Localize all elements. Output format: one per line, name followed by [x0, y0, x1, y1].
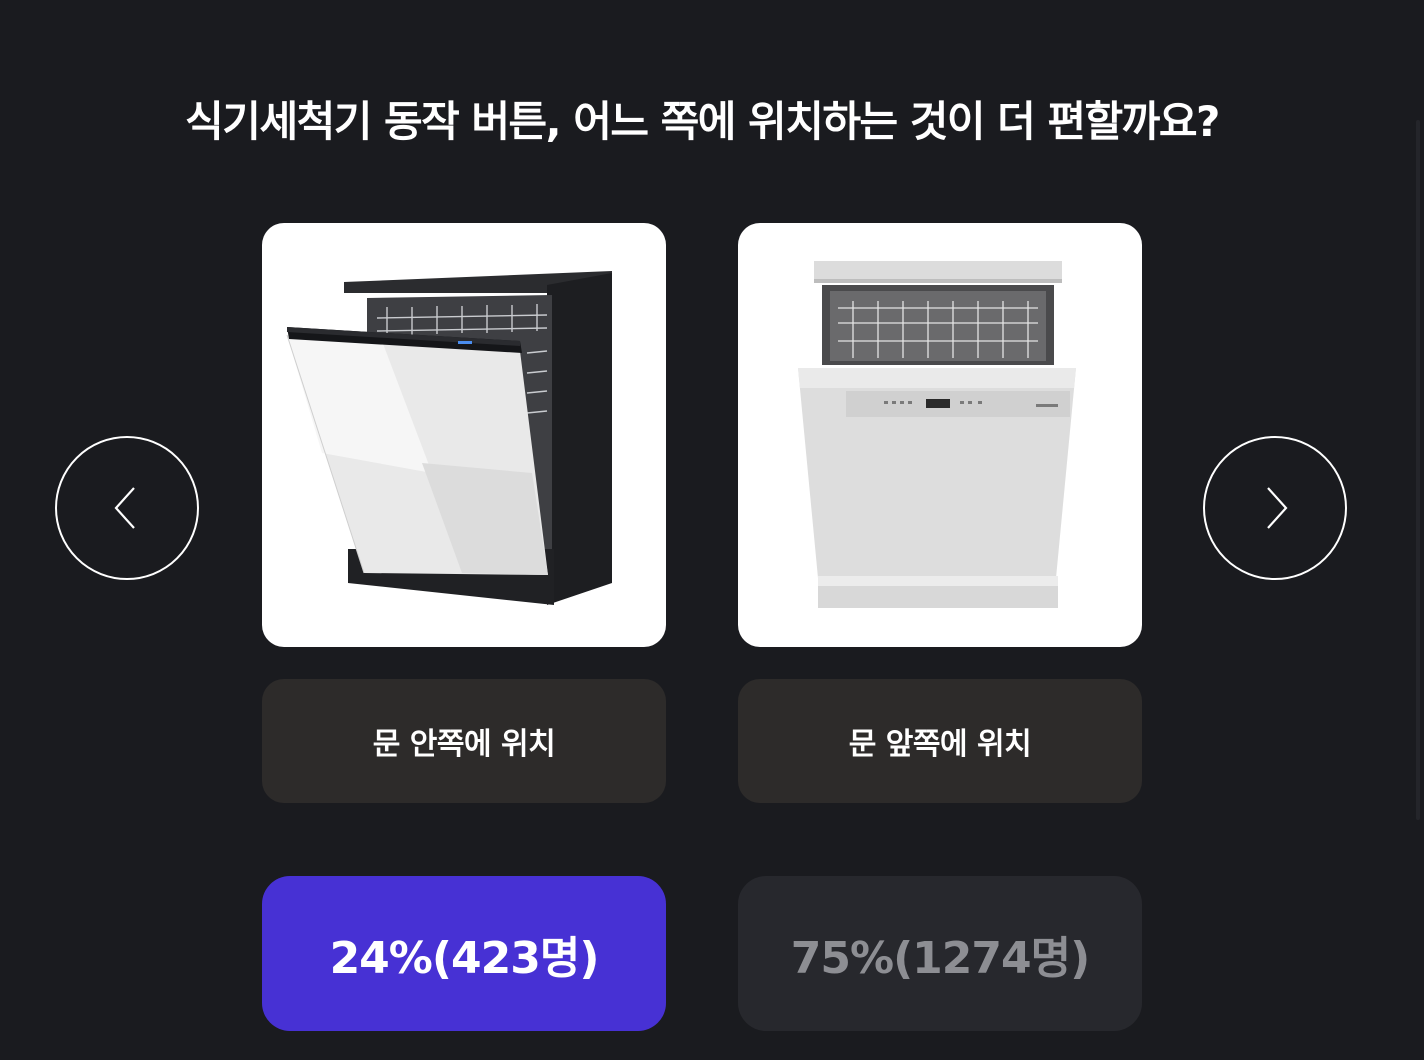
dishwasher-silver-image [798, 261, 1076, 608]
scroll-edge [1416, 120, 1420, 820]
dishwasher-black-image [286, 271, 612, 605]
result-bar-inside: 24%(423명) [262, 876, 666, 1031]
result-bar-front: 75%(1274명) [738, 876, 1142, 1031]
next-button[interactable] [1203, 436, 1347, 580]
option-button-inside[interactable]: 문 안쪽에 위치 [262, 679, 666, 803]
option-image-card-front[interactable] [738, 223, 1142, 647]
chevron-left-icon [114, 487, 135, 529]
option-button-front[interactable]: 문 앞쪽에 위치 [738, 679, 1142, 803]
previous-button[interactable] [55, 436, 199, 580]
option-image-card-inside[interactable] [262, 223, 666, 647]
poll-question: 식기세척기 동작 버튼, 어느 쪽에 위치하는 것이 더 편할까요? [185, 97, 1220, 146]
chevron-right-icon [1267, 487, 1288, 529]
